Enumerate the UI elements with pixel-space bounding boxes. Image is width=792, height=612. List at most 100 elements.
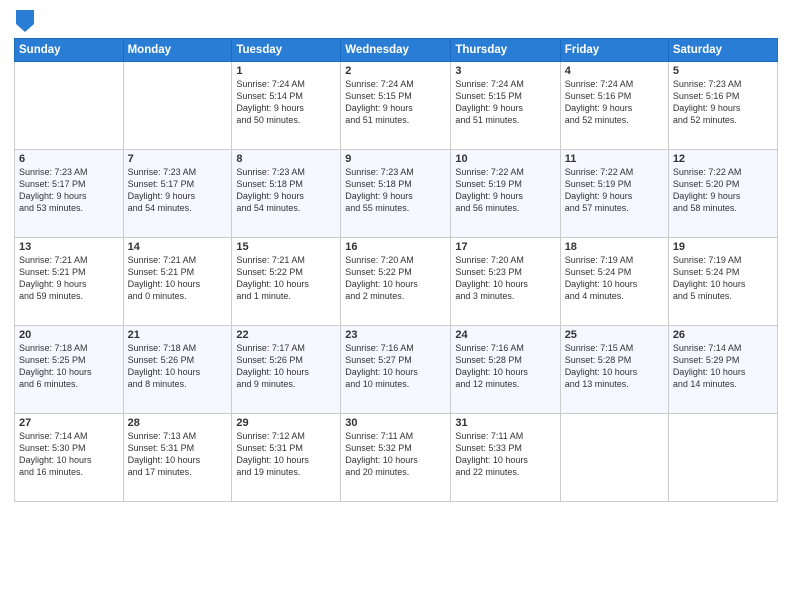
calendar-cell: 22Sunrise: 7:17 AM Sunset: 5:26 PM Dayli… — [232, 326, 341, 414]
day-number: 30 — [345, 417, 446, 429]
day-info: Sunrise: 7:14 AM Sunset: 5:29 PM Dayligh… — [673, 342, 773, 391]
day-number: 15 — [236, 241, 336, 253]
col-header-saturday: Saturday — [668, 39, 777, 62]
calendar-cell: 26Sunrise: 7:14 AM Sunset: 5:29 PM Dayli… — [668, 326, 777, 414]
calendar-cell: 30Sunrise: 7:11 AM Sunset: 5:32 PM Dayli… — [341, 414, 451, 502]
calendar-cell: 15Sunrise: 7:21 AM Sunset: 5:22 PM Dayli… — [232, 238, 341, 326]
calendar-cell: 7Sunrise: 7:23 AM Sunset: 5:17 PM Daylig… — [123, 150, 232, 238]
day-info: Sunrise: 7:24 AM Sunset: 5:15 PM Dayligh… — [455, 78, 555, 127]
col-header-thursday: Thursday — [451, 39, 560, 62]
day-number: 27 — [19, 417, 119, 429]
day-number: 4 — [565, 65, 664, 77]
day-number: 23 — [345, 329, 446, 341]
day-info: Sunrise: 7:11 AM Sunset: 5:33 PM Dayligh… — [455, 430, 555, 479]
calendar-cell: 1Sunrise: 7:24 AM Sunset: 5:14 PM Daylig… — [232, 62, 341, 150]
calendar-cell: 3Sunrise: 7:24 AM Sunset: 5:15 PM Daylig… — [451, 62, 560, 150]
day-info: Sunrise: 7:19 AM Sunset: 5:24 PM Dayligh… — [565, 254, 664, 303]
calendar-cell: 17Sunrise: 7:20 AM Sunset: 5:23 PM Dayli… — [451, 238, 560, 326]
logo — [14, 10, 34, 32]
day-info: Sunrise: 7:23 AM Sunset: 5:17 PM Dayligh… — [19, 166, 119, 215]
calendar-week-5: 27Sunrise: 7:14 AM Sunset: 5:30 PM Dayli… — [15, 414, 778, 502]
day-info: Sunrise: 7:18 AM Sunset: 5:26 PM Dayligh… — [128, 342, 228, 391]
day-info: Sunrise: 7:24 AM Sunset: 5:15 PM Dayligh… — [345, 78, 446, 127]
day-number: 22 — [236, 329, 336, 341]
day-number: 21 — [128, 329, 228, 341]
page: SundayMondayTuesdayWednesdayThursdayFrid… — [0, 0, 792, 612]
calendar-cell: 8Sunrise: 7:23 AM Sunset: 5:18 PM Daylig… — [232, 150, 341, 238]
calendar-cell: 18Sunrise: 7:19 AM Sunset: 5:24 PM Dayli… — [560, 238, 668, 326]
calendar-cell: 4Sunrise: 7:24 AM Sunset: 5:16 PM Daylig… — [560, 62, 668, 150]
calendar-cell: 28Sunrise: 7:13 AM Sunset: 5:31 PM Dayli… — [123, 414, 232, 502]
calendar-cell: 12Sunrise: 7:22 AM Sunset: 5:20 PM Dayli… — [668, 150, 777, 238]
day-info: Sunrise: 7:24 AM Sunset: 5:14 PM Dayligh… — [236, 78, 336, 127]
day-info: Sunrise: 7:11 AM Sunset: 5:32 PM Dayligh… — [345, 430, 446, 479]
col-header-sunday: Sunday — [15, 39, 124, 62]
day-number: 26 — [673, 329, 773, 341]
day-info: Sunrise: 7:15 AM Sunset: 5:28 PM Dayligh… — [565, 342, 664, 391]
col-header-wednesday: Wednesday — [341, 39, 451, 62]
day-info: Sunrise: 7:12 AM Sunset: 5:31 PM Dayligh… — [236, 430, 336, 479]
calendar-cell — [560, 414, 668, 502]
day-number: 3 — [455, 65, 555, 77]
day-info: Sunrise: 7:17 AM Sunset: 5:26 PM Dayligh… — [236, 342, 336, 391]
calendar-cell: 6Sunrise: 7:23 AM Sunset: 5:17 PM Daylig… — [15, 150, 124, 238]
calendar-cell: 21Sunrise: 7:18 AM Sunset: 5:26 PM Dayli… — [123, 326, 232, 414]
day-number: 6 — [19, 153, 119, 165]
day-number: 11 — [565, 153, 664, 165]
day-number: 16 — [345, 241, 446, 253]
calendar-cell: 14Sunrise: 7:21 AM Sunset: 5:21 PM Dayli… — [123, 238, 232, 326]
day-number: 14 — [128, 241, 228, 253]
day-info: Sunrise: 7:13 AM Sunset: 5:31 PM Dayligh… — [128, 430, 228, 479]
day-info: Sunrise: 7:18 AM Sunset: 5:25 PM Dayligh… — [19, 342, 119, 391]
calendar-week-1: 1Sunrise: 7:24 AM Sunset: 5:14 PM Daylig… — [15, 62, 778, 150]
day-number: 24 — [455, 329, 555, 341]
calendar-cell: 20Sunrise: 7:18 AM Sunset: 5:25 PM Dayli… — [15, 326, 124, 414]
calendar-header-row: SundayMondayTuesdayWednesdayThursdayFrid… — [15, 39, 778, 62]
calendar-cell: 24Sunrise: 7:16 AM Sunset: 5:28 PM Dayli… — [451, 326, 560, 414]
calendar-cell: 19Sunrise: 7:19 AM Sunset: 5:24 PM Dayli… — [668, 238, 777, 326]
day-number: 10 — [455, 153, 555, 165]
day-number: 20 — [19, 329, 119, 341]
calendar-cell — [123, 62, 232, 150]
calendar-cell: 2Sunrise: 7:24 AM Sunset: 5:15 PM Daylig… — [341, 62, 451, 150]
calendar-cell — [15, 62, 124, 150]
day-number: 18 — [565, 241, 664, 253]
day-info: Sunrise: 7:19 AM Sunset: 5:24 PM Dayligh… — [673, 254, 773, 303]
day-info: Sunrise: 7:23 AM Sunset: 5:16 PM Dayligh… — [673, 78, 773, 127]
calendar-cell: 16Sunrise: 7:20 AM Sunset: 5:22 PM Dayli… — [341, 238, 451, 326]
calendar-week-3: 13Sunrise: 7:21 AM Sunset: 5:21 PM Dayli… — [15, 238, 778, 326]
calendar-cell: 13Sunrise: 7:21 AM Sunset: 5:21 PM Dayli… — [15, 238, 124, 326]
day-number: 19 — [673, 241, 773, 253]
day-info: Sunrise: 7:22 AM Sunset: 5:19 PM Dayligh… — [565, 166, 664, 215]
day-number: 25 — [565, 329, 664, 341]
day-info: Sunrise: 7:23 AM Sunset: 5:17 PM Dayligh… — [128, 166, 228, 215]
day-info: Sunrise: 7:14 AM Sunset: 5:30 PM Dayligh… — [19, 430, 119, 479]
calendar-cell: 27Sunrise: 7:14 AM Sunset: 5:30 PM Dayli… — [15, 414, 124, 502]
calendar-cell: 9Sunrise: 7:23 AM Sunset: 5:18 PM Daylig… — [341, 150, 451, 238]
day-info: Sunrise: 7:16 AM Sunset: 5:28 PM Dayligh… — [455, 342, 555, 391]
day-info: Sunrise: 7:16 AM Sunset: 5:27 PM Dayligh… — [345, 342, 446, 391]
calendar-cell: 31Sunrise: 7:11 AM Sunset: 5:33 PM Dayli… — [451, 414, 560, 502]
day-info: Sunrise: 7:22 AM Sunset: 5:19 PM Dayligh… — [455, 166, 555, 215]
day-number: 13 — [19, 241, 119, 253]
calendar-cell — [668, 414, 777, 502]
day-info: Sunrise: 7:22 AM Sunset: 5:20 PM Dayligh… — [673, 166, 773, 215]
day-info: Sunrise: 7:23 AM Sunset: 5:18 PM Dayligh… — [236, 166, 336, 215]
day-number: 31 — [455, 417, 555, 429]
day-info: Sunrise: 7:21 AM Sunset: 5:22 PM Dayligh… — [236, 254, 336, 303]
day-number: 28 — [128, 417, 228, 429]
calendar-cell: 25Sunrise: 7:15 AM Sunset: 5:28 PM Dayli… — [560, 326, 668, 414]
col-header-tuesday: Tuesday — [232, 39, 341, 62]
calendar-cell: 23Sunrise: 7:16 AM Sunset: 5:27 PM Dayli… — [341, 326, 451, 414]
day-number: 8 — [236, 153, 336, 165]
calendar-cell: 5Sunrise: 7:23 AM Sunset: 5:16 PM Daylig… — [668, 62, 777, 150]
day-number: 5 — [673, 65, 773, 77]
day-number: 12 — [673, 153, 773, 165]
day-info: Sunrise: 7:20 AM Sunset: 5:23 PM Dayligh… — [455, 254, 555, 303]
day-info: Sunrise: 7:23 AM Sunset: 5:18 PM Dayligh… — [345, 166, 446, 215]
day-info: Sunrise: 7:21 AM Sunset: 5:21 PM Dayligh… — [19, 254, 119, 303]
day-number: 7 — [128, 153, 228, 165]
calendar-table: SundayMondayTuesdayWednesdayThursdayFrid… — [14, 38, 778, 502]
day-number: 1 — [236, 65, 336, 77]
day-info: Sunrise: 7:24 AM Sunset: 5:16 PM Dayligh… — [565, 78, 664, 127]
